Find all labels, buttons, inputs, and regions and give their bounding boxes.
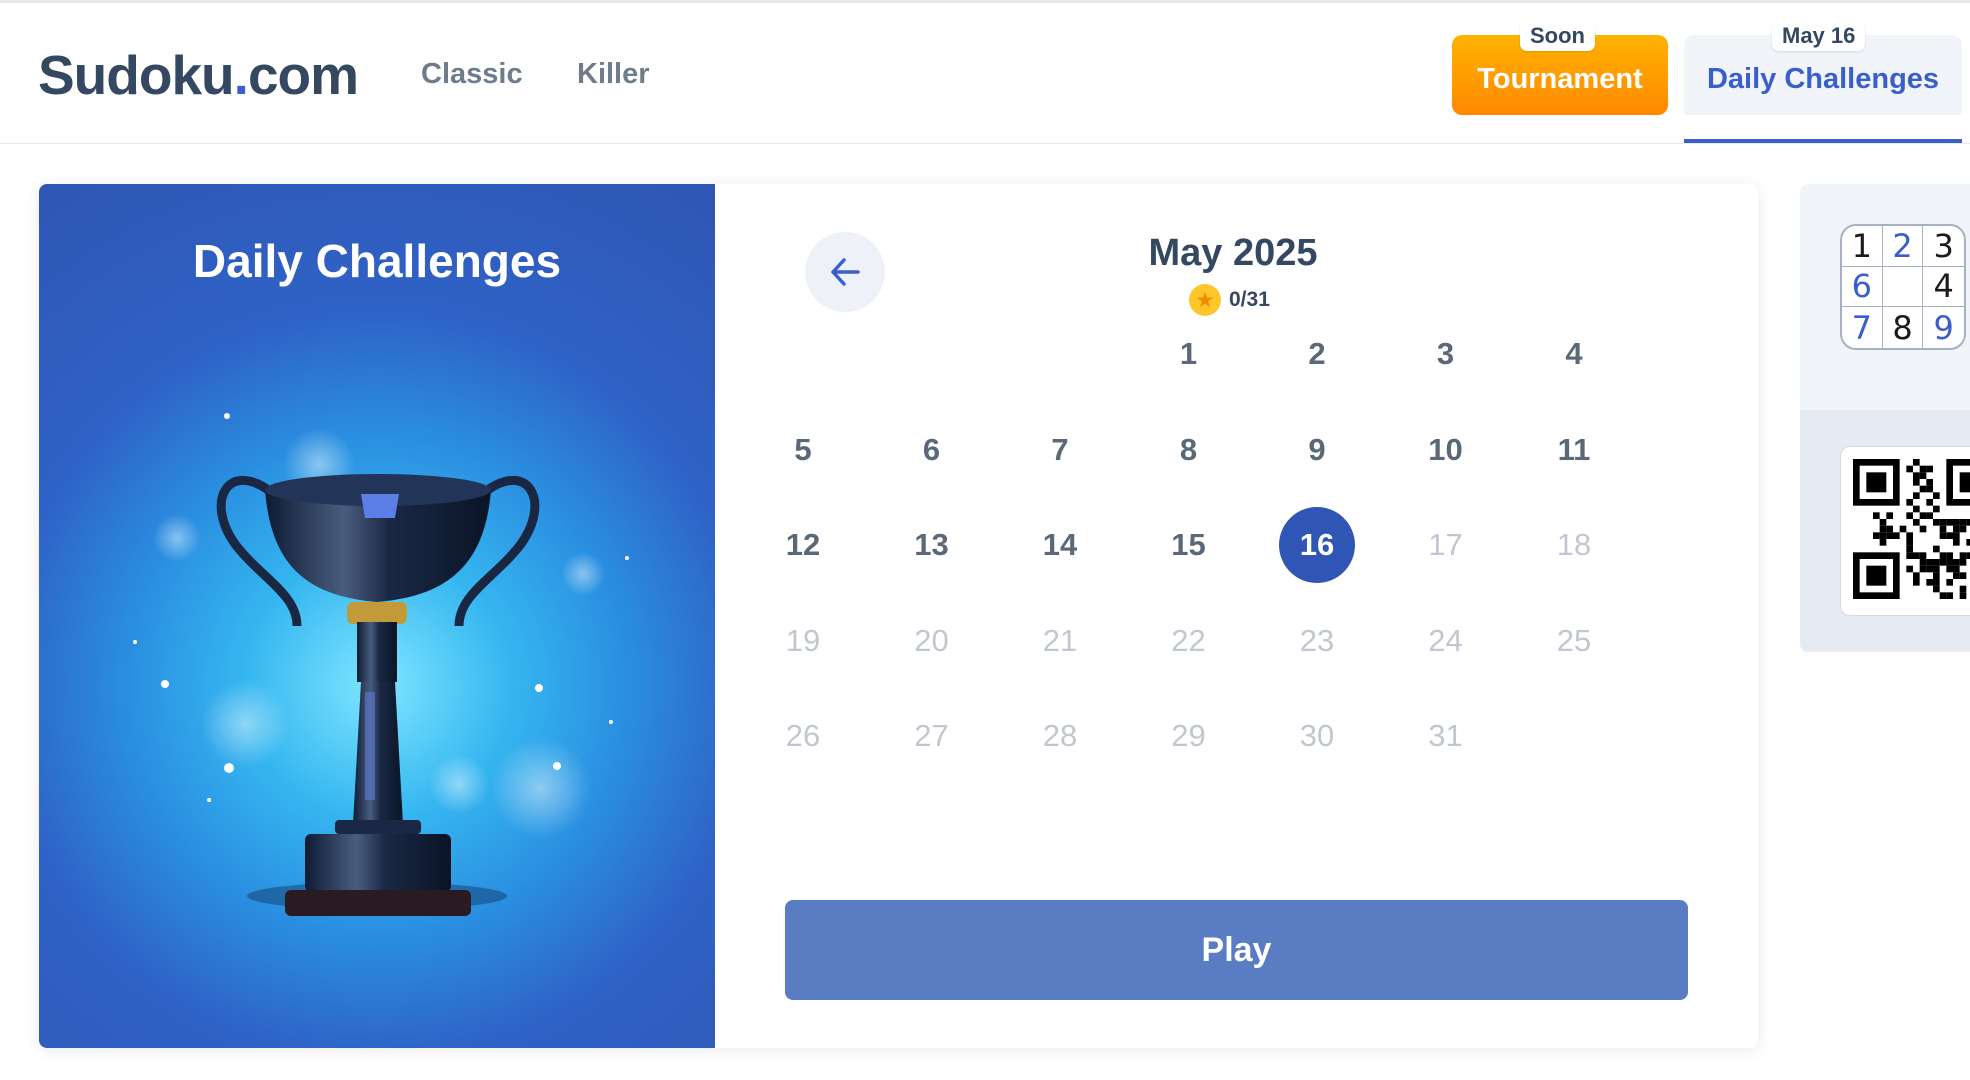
calendar-panel: May 2025 ★ 0/31 1 2 3 4 5 6 7 8 9 10 11 12 13 14 15 16 1…: [715, 184, 1758, 1048]
grid-cell: 8: [1883, 307, 1924, 348]
calendar-day: 21: [1042, 622, 1078, 658]
calendar-day[interactable]: 11: [1536, 412, 1612, 488]
site-logo[interactable]: Sudoku.com: [38, 43, 359, 107]
active-tab-indicator: [1684, 139, 1962, 143]
calendar-day[interactable]: 13: [894, 507, 970, 583]
trophy-illustration: [133, 413, 629, 916]
calendar-day[interactable]: 14: [1022, 507, 1098, 583]
calendar-day[interactable]: 10: [1408, 412, 1484, 488]
qr-code-pattern: [1853, 459, 1970, 599]
calendar-day: 19: [785, 622, 821, 658]
monthly-progress: ★ 0/31: [1189, 284, 1270, 316]
calendar-day: 18: [1556, 527, 1592, 562]
calendar-day[interactable]: 6: [894, 412, 970, 488]
grid-cell: 1: [1842, 226, 1883, 267]
calendar-day[interactable]: 4: [1536, 316, 1612, 392]
calendar-day: 28: [1042, 718, 1078, 753]
calendar-day[interactable]: 9: [1279, 412, 1355, 488]
calendar-day-current[interactable]: 16: [1279, 507, 1355, 583]
nav-classic[interactable]: Classic: [421, 58, 523, 91]
month-title: May 2025: [1148, 232, 1318, 274]
daily-date-badge: May 16: [1772, 21, 1866, 51]
calendar-day: 24: [1428, 622, 1463, 658]
play-button[interactable]: Play: [785, 900, 1688, 1000]
daily-challenge-card: Daily Challenges May 2025 ★ 0/31 1234567…: [39, 184, 1758, 1048]
arrow-left-icon: [831, 258, 860, 286]
grid-cell: 7: [1842, 307, 1883, 348]
calendar-day[interactable]: 1: [1151, 316, 1227, 392]
calendar-day[interactable]: 5: [765, 412, 841, 488]
calendar-day[interactable]: 12: [765, 507, 841, 583]
logo-text: Sudoku: [38, 44, 235, 106]
trophy-panel: Daily Challenges: [39, 184, 715, 1048]
grid-cell: [1882, 266, 1924, 308]
calendar-day: 17: [1428, 527, 1463, 562]
progress-count: 0/31: [1229, 288, 1270, 311]
calendar-day: 26: [785, 718, 821, 753]
calendar-day: 30: [1299, 718, 1335, 753]
calendar-day[interactable]: 8: [1151, 412, 1227, 488]
app-promo-card: 12364789: [1800, 184, 1970, 652]
calendar-day: 22: [1171, 622, 1206, 658]
calendar-day[interactable]: 7: [1022, 412, 1098, 488]
tournament-soon-badge: Soon: [1520, 21, 1595, 51]
calendar-day: 20: [914, 622, 949, 658]
logo-dot: .: [233, 44, 249, 106]
calendar-day[interactable]: 15: [1151, 507, 1227, 583]
calendar-day: 23: [1299, 622, 1335, 658]
calendar-day: 25: [1556, 622, 1592, 658]
calendar-grid: 1 2 3 4 5 6 7 8 9 10 11 12 13 14 15 16 17 18 19 20 21 22 23 24 2…: [786, 336, 1591, 834]
previous-month-button[interactable]: [805, 232, 885, 312]
logo-tld: com: [247, 44, 359, 106]
qr-code-icon: [1840, 446, 1970, 616]
panel-title: Daily Challenges: [192, 235, 562, 287]
sudoku-app-icon[interactable]: 12364789: [1840, 224, 1966, 350]
top-header: Sudoku.com Classic Killer Tournament Soo…: [0, 0, 1970, 144]
calendar-day: 29: [1171, 718, 1206, 753]
calendar-day: 31: [1428, 718, 1463, 753]
calendar-day[interactable]: 2: [1279, 316, 1355, 392]
grid-cell: 4: [1923, 267, 1964, 308]
grid-cell: 9: [1933, 308, 1954, 347]
nav-killer[interactable]: Killer: [577, 58, 650, 91]
grid-cell: 6: [1842, 266, 1883, 308]
calendar-day[interactable]: 3: [1408, 316, 1484, 392]
calendar-day: 27: [914, 718, 949, 753]
grid-cell: 2: [1882, 226, 1924, 267]
star-icon: ★: [1189, 284, 1221, 316]
grid-cell: 3: [1923, 226, 1964, 267]
